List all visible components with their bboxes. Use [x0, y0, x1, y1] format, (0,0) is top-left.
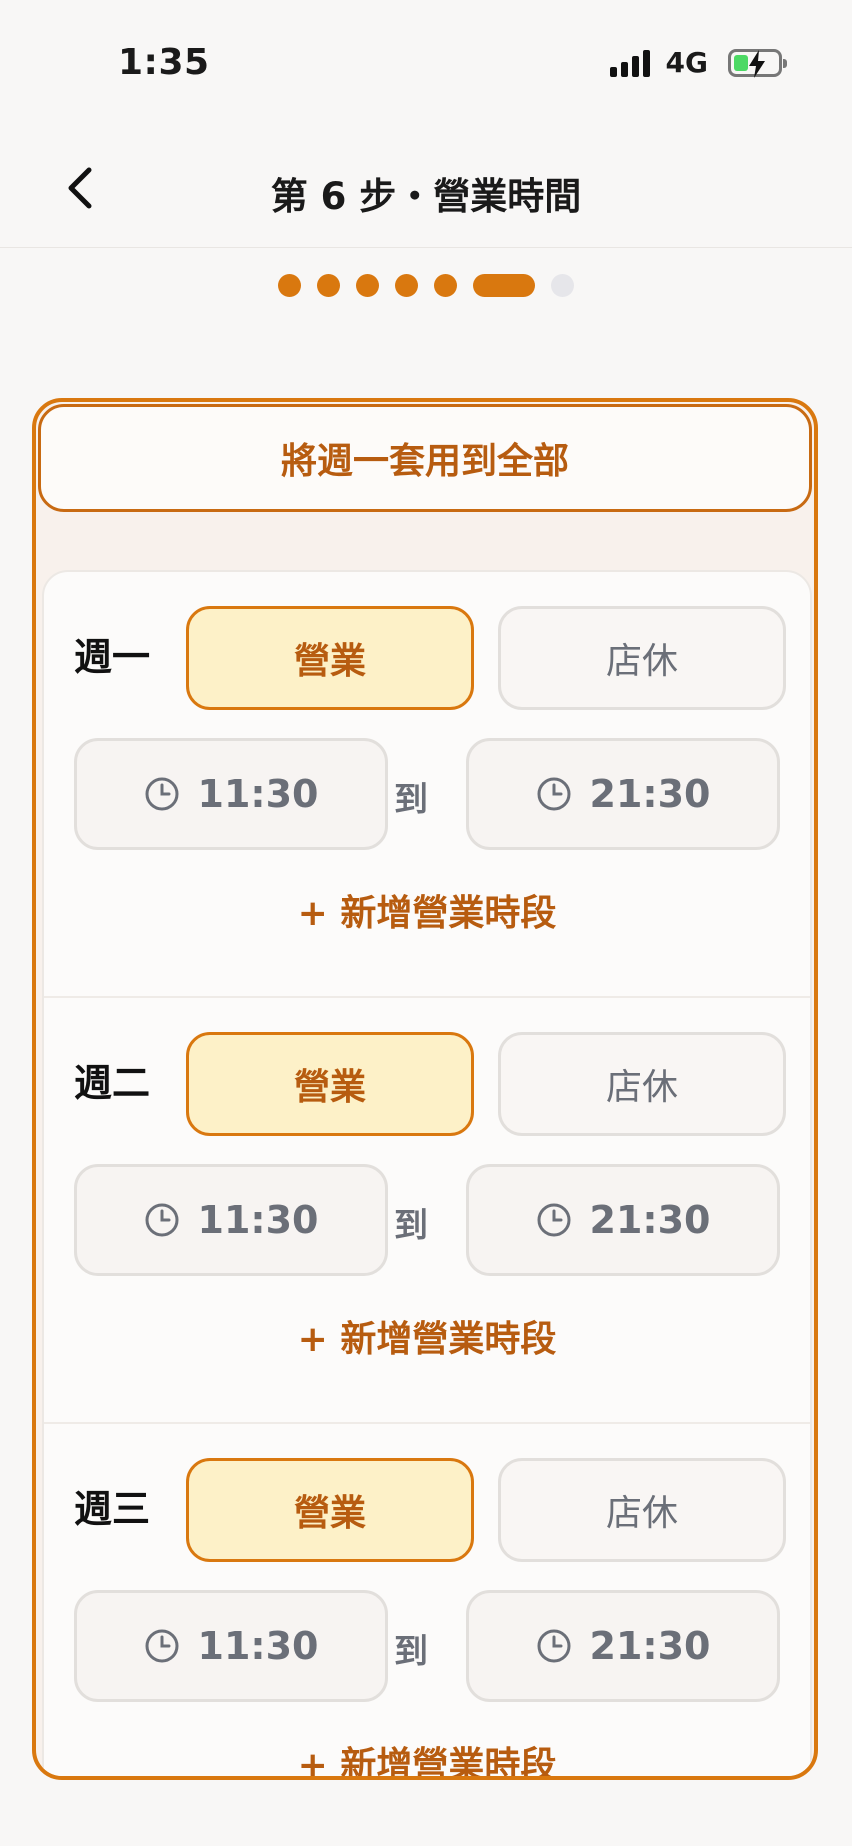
add-time-slot-button[interactable]: + 新增營業時段	[44, 1310, 810, 1362]
network-label: 4G	[665, 46, 708, 79]
start-time-picker[interactable]: 11:30	[74, 1164, 388, 1276]
signal-icon	[609, 49, 650, 77]
screen: 1:35 4G 第 6 步・營業時間 將週一套用到全部 週一 營業 店休 11:…	[0, 0, 852, 1846]
days-list[interactable]: 週一 營業 店休 11:30 到 21:30 + 新增營業時段 週二 營業 店休	[42, 570, 812, 1776]
page-title: 第 6 步・營業時間	[270, 175, 582, 218]
end-time-picker[interactable]: 21:30	[466, 1590, 780, 1702]
closed-toggle[interactable]: 店休	[498, 1032, 786, 1136]
step-dot	[317, 274, 340, 297]
start-time-value: 11:30	[197, 1624, 319, 1668]
open-toggle[interactable]: 營業	[186, 1458, 474, 1562]
closed-toggle[interactable]: 店休	[498, 1458, 786, 1562]
status-bar: 1:35 4G	[0, 0, 852, 120]
closed-toggle[interactable]: 店休	[498, 606, 786, 710]
start-time-value: 11:30	[197, 1198, 319, 1242]
day-label: 週二	[74, 1061, 151, 1105]
start-time-picker[interactable]: 11:30	[74, 738, 388, 850]
clock-icon	[145, 1629, 179, 1663]
step-dot	[434, 274, 457, 297]
end-time-value: 21:30	[589, 1624, 711, 1668]
end-time-picker[interactable]: 21:30	[466, 738, 780, 850]
step-dot-current	[473, 274, 535, 297]
status-indicators: 4G	[609, 46, 787, 79]
end-time-picker[interactable]: 21:30	[466, 1164, 780, 1276]
clock-icon	[537, 777, 571, 811]
open-toggle[interactable]: 營業	[186, 1032, 474, 1136]
business-hours-card: 將週一套用到全部 週一 營業 店休 11:30 到 21:30 + 新增營業時段	[32, 398, 818, 1780]
clock-icon	[145, 1203, 179, 1237]
step-indicator	[0, 274, 852, 297]
clock-icon	[537, 1629, 571, 1663]
step-dot	[356, 274, 379, 297]
clock-icon	[537, 1203, 571, 1237]
step-dot	[278, 274, 301, 297]
to-label: 到	[394, 1632, 428, 1672]
to-label: 到	[394, 1206, 428, 1246]
day-label: 週三	[74, 1487, 151, 1531]
day-label: 週一	[74, 635, 151, 679]
start-time-value: 11:30	[197, 772, 319, 816]
day-row-mon: 週一 營業 店休 11:30 到 21:30 + 新增營業時段	[44, 572, 810, 998]
day-row-wed: 週三 營業 店休 11:30 到 21:30 + 新增營業時段	[44, 1424, 810, 1776]
to-label: 到	[394, 780, 428, 820]
step-dot-pending	[551, 274, 574, 297]
day-row-tue: 週二 營業 店休 11:30 到 21:30 + 新增營業時段	[44, 998, 810, 1424]
step-dot	[395, 274, 418, 297]
end-time-value: 21:30	[589, 1198, 711, 1242]
open-toggle[interactable]: 營業	[186, 606, 474, 710]
add-time-slot-button[interactable]: + 新增營業時段	[44, 1736, 810, 1776]
end-time-value: 21:30	[589, 772, 711, 816]
nav-header: 第 6 步・營業時間	[0, 130, 852, 248]
charging-bolt-icon	[749, 49, 765, 78]
battery-icon	[728, 48, 787, 78]
add-time-slot-button[interactable]: + 新增營業時段	[44, 884, 810, 936]
status-time: 1:35	[118, 42, 210, 83]
apply-monday-to-all-button[interactable]: 將週一套用到全部	[38, 404, 812, 512]
start-time-picker[interactable]: 11:30	[74, 1590, 388, 1702]
clock-icon	[145, 777, 179, 811]
